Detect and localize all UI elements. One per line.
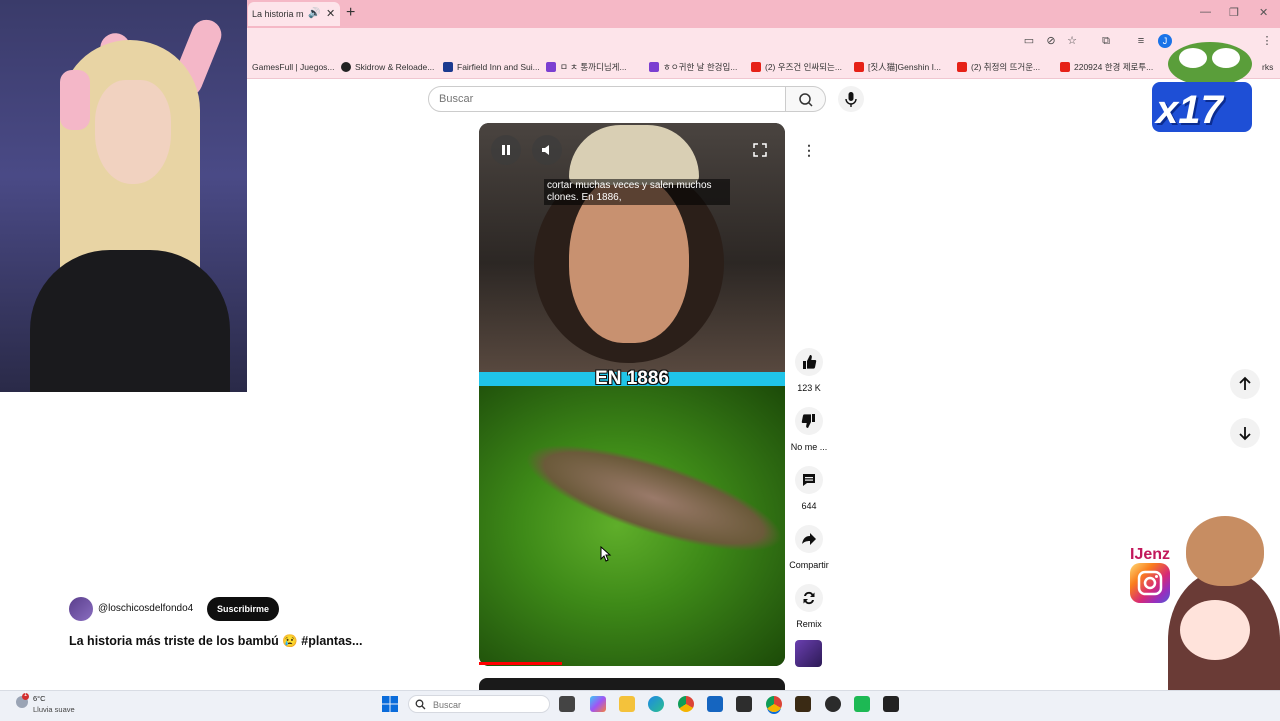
next-short-preview[interactable] (479, 678, 785, 690)
windows-taskbar (0, 690, 1280, 721)
weather-description[interactable]: Lluvia suave (33, 705, 75, 714)
extensions-icon[interactable]: ⧉ (1099, 34, 1113, 48)
bookmark-item[interactable]: (2) 우즈건 인싸되는... (751, 60, 842, 74)
volume-icon (542, 145, 549, 155)
microphone-icon (845, 92, 857, 107)
bear-overlay (1186, 516, 1264, 586)
subscribe-button[interactable]: Suscribirme (207, 597, 279, 621)
fullscreen-icon (753, 143, 767, 157)
share-button[interactable] (795, 525, 823, 553)
start-button[interactable] (382, 696, 398, 712)
folder-icon[interactable] (619, 696, 635, 712)
arrow-up-icon (1239, 376, 1251, 390)
remix-label: Remix (796, 619, 822, 629)
copilot-icon[interactable] (590, 696, 606, 712)
game-icon[interactable] (795, 696, 811, 712)
maximize-icon[interactable]: ❐ (1229, 6, 1239, 19)
video-overlay-text: EN 1886 (595, 368, 669, 389)
channel-handle[interactable]: @loschicosdelfondo4 (98, 603, 193, 614)
dislike-label: No me ... (790, 442, 828, 452)
search-box[interactable] (428, 86, 789, 112)
all-bookmarks[interactable]: rks (1262, 60, 1273, 74)
comments-button[interactable] (795, 466, 823, 494)
volume-button[interactable] (532, 135, 562, 165)
bookmark-item[interactable]: [짓人猫]Genshin I... (854, 60, 941, 74)
minimize-icon[interactable]: — (1200, 6, 1211, 18)
bookmark-item[interactable]: Skidrow & Reloade... (341, 60, 434, 74)
instagram-handle: IJenz (1130, 546, 1171, 563)
chrome-active-icon[interactable] (766, 696, 782, 712)
taskbar-search[interactable] (408, 695, 550, 714)
bookmark-star-icon[interactable]: ☆ (1065, 34, 1079, 48)
like-count: 123 K (797, 383, 821, 393)
bookmark-item[interactable]: ㅎㅇ귀한 날 한겅입... (649, 60, 737, 74)
taskbar-search-input[interactable] (431, 696, 545, 714)
pause-button[interactable] (491, 135, 521, 165)
menu-icon[interactable]: ⋮ (1260, 34, 1274, 48)
comment-icon (803, 474, 815, 486)
windows-icon (382, 696, 398, 712)
bookmark-item[interactable]: ㅁ ㅊ 통까디님게... (546, 60, 627, 74)
remix-button[interactable] (795, 584, 823, 612)
like-button[interactable] (795, 348, 823, 376)
close-tab-icon[interactable]: ✕ (326, 2, 335, 26)
bookmark-item[interactable]: GamesFull | Juegos... (252, 60, 335, 74)
voice-search-button[interactable] (838, 86, 864, 112)
speaker-icon[interactable]: 🔊 (308, 2, 320, 26)
thumbs-down-icon (801, 414, 815, 428)
thumbs-up-icon (803, 355, 817, 369)
bookmark-item[interactable]: (2) 취정의 뜨거운... (957, 60, 1040, 74)
streamer-webcam (0, 0, 247, 392)
bookmark-item[interactable]: Fairfield Inn and Sui... (443, 60, 540, 74)
green-app-icon[interactable] (854, 696, 870, 712)
share-label: Compartir (789, 560, 829, 570)
media-control-icon[interactable]: ≡ (1134, 34, 1148, 48)
cast-icon[interactable]: ▭ (1022, 34, 1036, 48)
hide-icon[interactable]: ⊘ (1044, 34, 1058, 48)
obs-icon[interactable] (825, 696, 841, 712)
dislike-button[interactable] (795, 407, 823, 435)
browser-tab[interactable]: La historia más triste de 🔊 ✕ (248, 2, 340, 26)
terminal-icon[interactable] (736, 696, 752, 712)
notification-badge-count: 1 (23, 692, 28, 698)
mouse-cursor-icon (600, 545, 612, 567)
weather-temperature[interactable]: 6°C (33, 694, 46, 703)
arrow-down-icon (1239, 427, 1251, 441)
headset (60, 70, 90, 130)
short-title[interactable]: La historia más triste de los bambú 😢 #p… (69, 634, 362, 649)
search-input[interactable] (429, 87, 789, 111)
search-icon (415, 699, 426, 710)
instagram-icon (1130, 563, 1170, 603)
tab-title: La historia más triste de (252, 9, 304, 19)
share-icon (802, 533, 816, 545)
epic-games-icon[interactable] (883, 696, 899, 712)
chrome-icon[interactable] (678, 696, 694, 712)
comment-count: 644 (801, 501, 817, 511)
streamer-body (30, 250, 230, 392)
next-short-button[interactable] (1230, 418, 1260, 448)
search-button[interactable] (786, 86, 826, 112)
video-progress-bar[interactable] (479, 662, 562, 665)
channel-thumbnail[interactable] (795, 640, 822, 667)
fullscreen-button[interactable] (751, 141, 769, 159)
task-view-icon[interactable] (559, 696, 575, 712)
close-window-icon[interactable]: ✕ (1259, 6, 1268, 19)
streamer-face (95, 80, 171, 184)
bookmark-item[interactable]: 220924 한경 제로투... (1060, 60, 1153, 74)
search-icon (799, 93, 813, 107)
new-tab-button[interactable]: + (346, 4, 355, 22)
store-icon[interactable] (707, 696, 723, 712)
more-options-icon[interactable]: ⋮ (799, 140, 819, 160)
edge-icon[interactable] (648, 696, 664, 712)
pepe-overlay: x17 (1148, 36, 1258, 146)
channel-avatar[interactable] (69, 597, 93, 621)
remix-icon (803, 591, 815, 605)
video-caption: cortar muchas veces y salen muchos clone… (544, 179, 730, 205)
previous-short-button[interactable] (1230, 369, 1260, 399)
pause-icon (502, 145, 510, 155)
anime-girl-face (1180, 600, 1250, 660)
pepe-counter: x17 (1156, 88, 1223, 132)
